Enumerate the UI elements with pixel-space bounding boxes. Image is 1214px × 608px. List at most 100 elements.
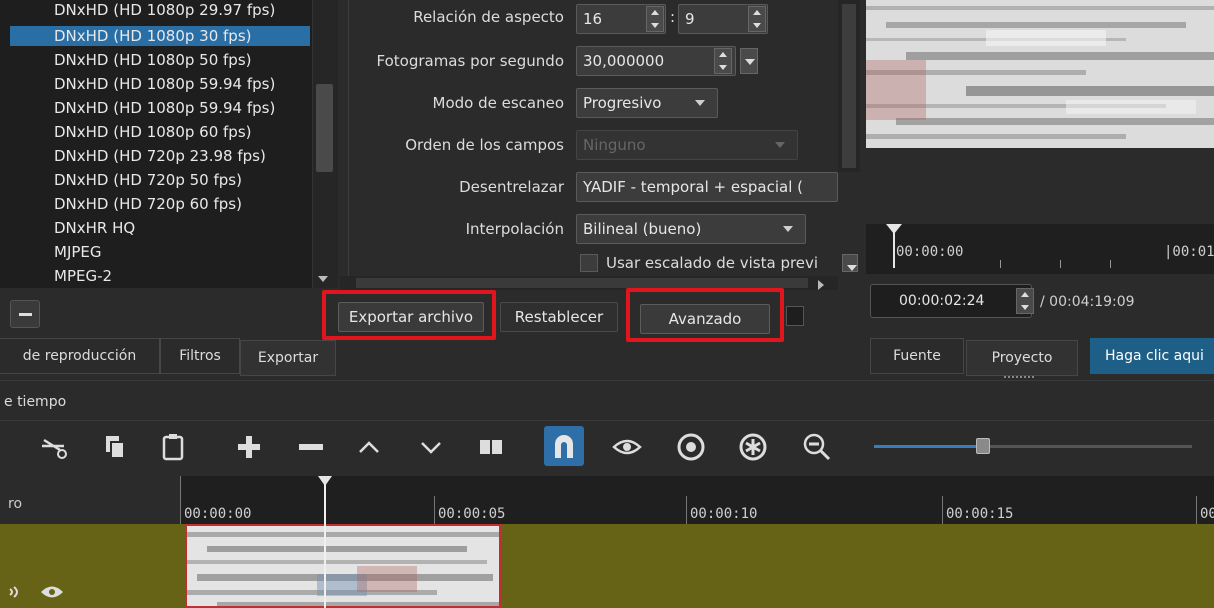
format-list-scroll-thumb[interactable] [316, 84, 333, 172]
format-list[interactable]: DNxHD (HD 1080p 29.97 fps) DNxHD (HD 108… [0, 0, 312, 288]
video-preview[interactable] [866, 0, 1214, 148]
total-time-label: / 00:04:19:09 [1040, 294, 1135, 310]
ruler-end-label: |00:01:60 [1164, 244, 1214, 260]
format-item[interactable]: DNxHD (HD 720p 50 fps) [10, 170, 310, 190]
tab-filters[interactable]: Filtros [160, 338, 240, 374]
track-header [0, 524, 180, 608]
current-time-field[interactable]: 00:00:02:24 [870, 284, 1032, 318]
append-icon[interactable] [232, 430, 266, 464]
timeline-tick-label: 00:00:10 [690, 506, 758, 522]
drag-handle [1004, 376, 1034, 378]
format-item[interactable]: DNxHD (HD 720p 60 fps) [10, 194, 310, 214]
horizontal-scroll-thumb[interactable] [356, 278, 808, 288]
format-item[interactable]: MJPEG [10, 242, 310, 262]
zoom-slider-track[interactable] [874, 445, 978, 448]
reset-button[interactable]: Restablecer [500, 302, 618, 332]
format-item[interactable]: MPEG-2 [10, 266, 310, 286]
timeline-header [0, 380, 1214, 420]
cut-icon[interactable] [38, 430, 72, 464]
ruler-tick [434, 496, 435, 524]
field-order-label: Orden de los campos [405, 136, 564, 154]
interpolation-value: Bilineal (bueno) [583, 220, 702, 238]
preview-letterbox [866, 148, 1214, 224]
fps-input[interactable]: 30,000000 [576, 46, 736, 76]
format-item[interactable]: DNxHR HQ [10, 218, 310, 238]
copy-icon[interactable] [98, 430, 132, 464]
scroll-down-arrow-icon[interactable] [318, 276, 328, 282]
scan-mode-select[interactable]: Progresivo [576, 88, 718, 118]
tab-project[interactable]: Proyecto [966, 340, 1078, 376]
aspect-ratio-label: Relación de aspecto [413, 8, 564, 26]
ruler-tick [1196, 496, 1197, 524]
zoom-slider-rest[interactable] [978, 445, 1192, 448]
preview-scaling-checkbox[interactable] [580, 254, 598, 272]
overwrite-icon[interactable] [414, 430, 448, 464]
ripple-all-icon[interactable] [736, 430, 770, 464]
ruler-start-label: 00:00:00 [896, 244, 964, 260]
timeline-ruler[interactable] [0, 476, 1214, 524]
deinterlace-value: YADIF - temporal + espacial ( [583, 178, 804, 196]
ruler-tick [180, 476, 181, 524]
format-item[interactable]: DNxHD (HD 1080p 60 fps) [10, 122, 310, 142]
audio-icon[interactable] [8, 584, 24, 598]
settings-scroll-thumb[interactable] [842, 4, 856, 168]
video-track[interactable] [0, 524, 1214, 608]
zoom-slider-handle[interactable] [976, 438, 990, 454]
format-item[interactable]: DNxHD (HD 1080p 50 fps) [10, 50, 310, 70]
ruler-tick [1000, 260, 1001, 268]
aspect-width-value: 16 [583, 10, 603, 28]
paste-icon[interactable] [156, 430, 190, 464]
aspect-separator: : [670, 8, 676, 26]
format-item[interactable]: DNxHD (HD 1080p 29.97 fps) [10, 0, 310, 20]
field-order-select[interactable]: Ninguno [576, 130, 798, 160]
chevron-down-icon [775, 142, 785, 148]
scan-mode-label: Modo de escaneo [432, 94, 565, 112]
list-footer [0, 290, 340, 334]
format-item-selected[interactable]: DNxHD (HD 1080p 30 fps) [10, 26, 310, 46]
advanced-highlight [626, 288, 784, 342]
interpolation-label: Interpolación [465, 220, 564, 238]
scrub-icon[interactable] [610, 430, 644, 464]
scroll-right-arrow-icon[interactable] [818, 280, 824, 290]
fps-preset-dropdown[interactable] [740, 48, 758, 74]
track-header-label: ro [8, 496, 23, 512]
fps-spin[interactable] [714, 48, 732, 74]
extra-toggle[interactable] [786, 306, 804, 326]
zoom-out-icon[interactable] [800, 430, 834, 464]
timeline-tick-label: 00:00:15 [946, 506, 1014, 522]
timeline-tick-label: 00:00:05 [438, 506, 506, 522]
time-spin[interactable] [1016, 288, 1034, 314]
clip-thumbnail-image [187, 526, 499, 606]
timeline-playhead-line [324, 484, 326, 608]
click-here-button[interactable]: Haga clic aqui [1090, 338, 1214, 374]
noise-frame-image [866, 0, 1214, 148]
timeline-tick-label: 00 [1200, 506, 1214, 522]
snap-icon[interactable] [544, 426, 584, 466]
aspect-height-spin[interactable] [748, 6, 766, 32]
remove-icon[interactable] [294, 430, 328, 464]
scan-mode-value: Progresivo [583, 94, 662, 112]
eye-icon[interactable] [40, 584, 64, 600]
timeline-title: e tiempo [4, 394, 67, 410]
remove-preset-button[interactable] [10, 300, 40, 328]
interpolation-select[interactable]: Bilineal (bueno) [576, 214, 806, 244]
format-item[interactable]: DNxHD (HD 1080p 59.94 fps) [10, 98, 310, 118]
field-order-value: Ninguno [583, 136, 646, 154]
format-item[interactable]: DNxHD (HD 1080p 59.94 fps) [10, 74, 310, 94]
tab-playlist[interactable]: de reproducción [0, 338, 160, 374]
chevron-down-icon [783, 226, 793, 232]
preview-scaling-label: Usar escalado de vista previ [606, 254, 819, 272]
deinterlace-select[interactable]: YADIF - temporal + espacial ( [576, 172, 838, 202]
ripple-icon[interactable] [674, 430, 708, 464]
split-icon[interactable] [474, 430, 508, 464]
lift-icon[interactable] [352, 430, 386, 464]
shotcut-window: DNxHD (HD 1080p 29.97 fps) DNxHD (HD 108… [0, 0, 1214, 608]
tab-source[interactable]: Fuente [870, 338, 964, 374]
settings-scroll-down[interactable] [842, 254, 858, 272]
aspect-width-spin[interactable] [646, 6, 664, 32]
format-item[interactable]: DNxHD (HD 720p 23.98 fps) [10, 146, 310, 166]
timeline-clip[interactable] [185, 524, 501, 608]
ruler-tick [1060, 260, 1061, 268]
ruler-tick [1110, 260, 1111, 268]
tab-export[interactable]: Exportar [240, 340, 336, 376]
